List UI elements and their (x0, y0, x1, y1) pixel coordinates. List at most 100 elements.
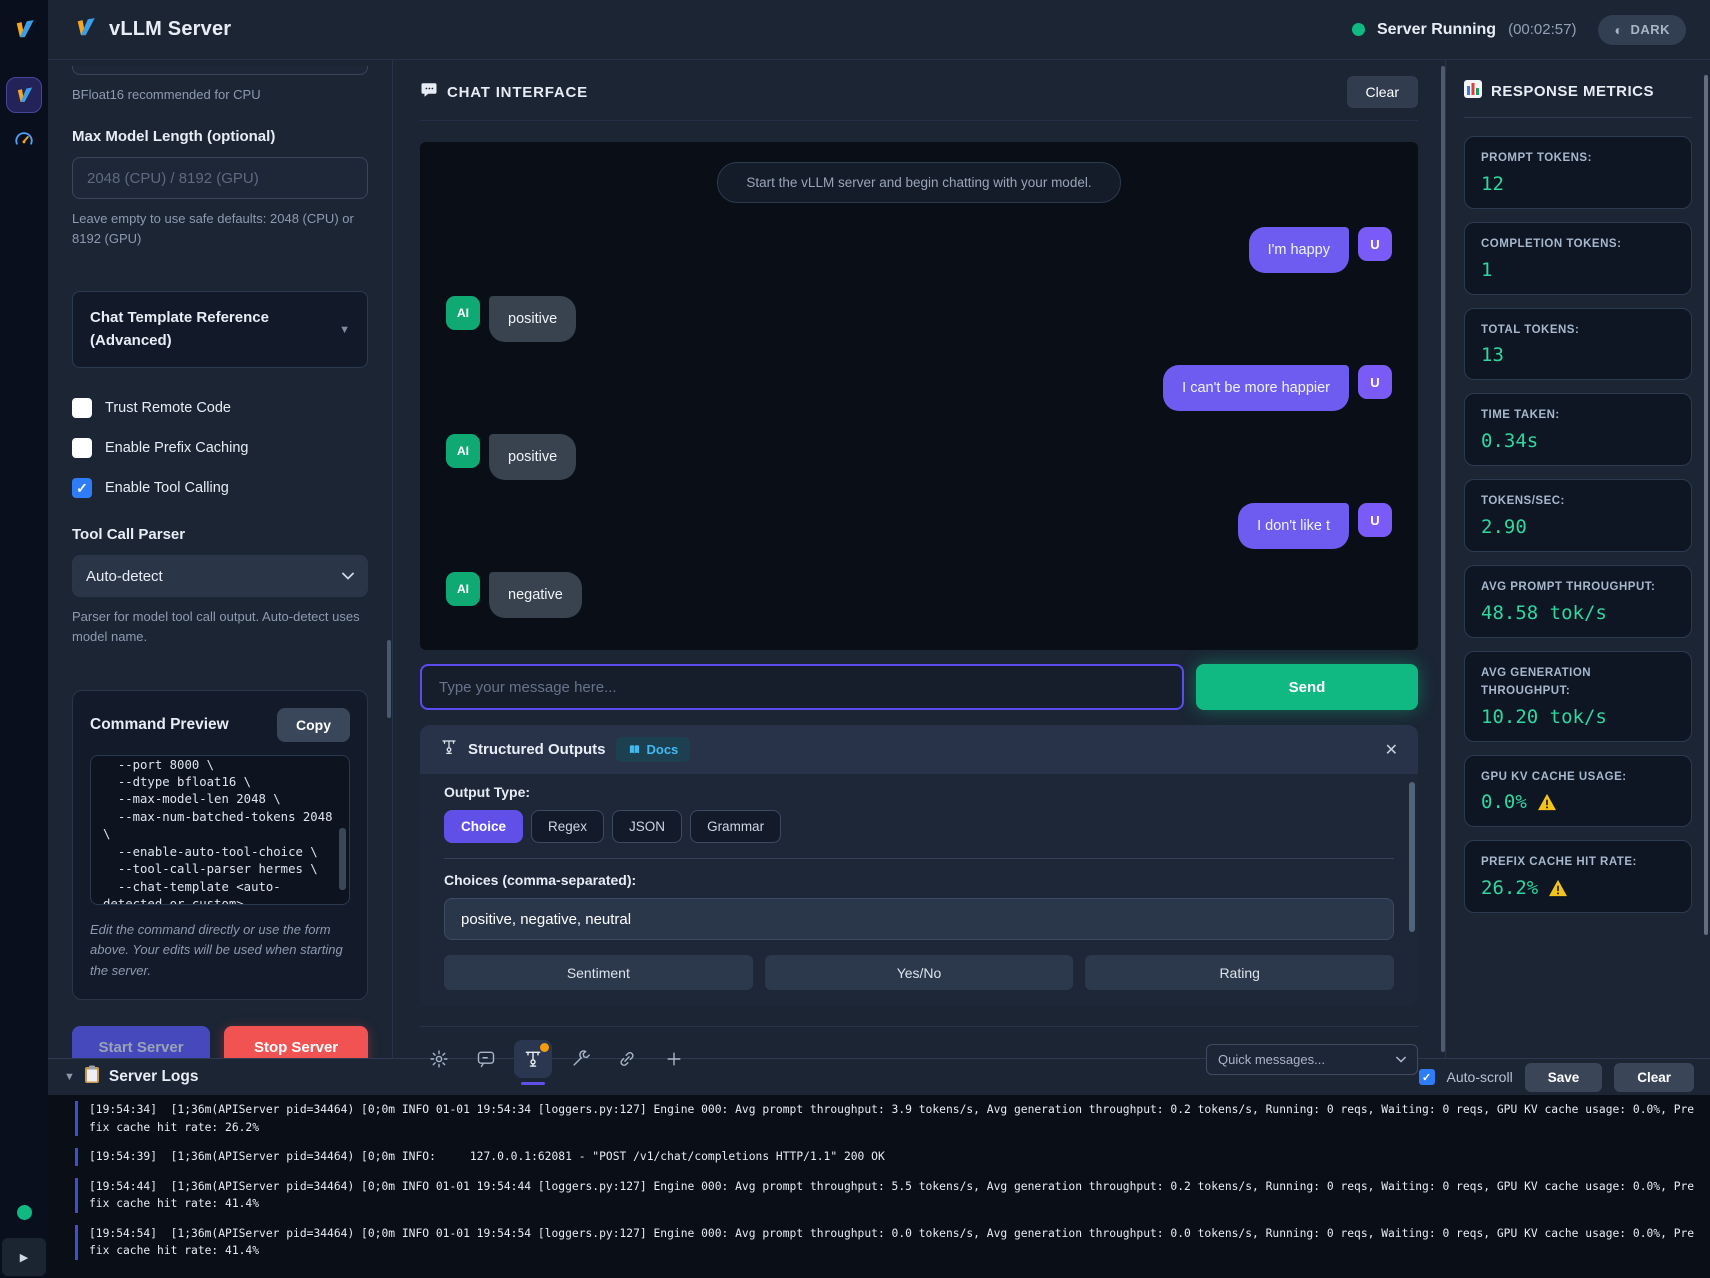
command-preview-code-box[interactable]: --port 8000 \ --dtype bfloat16 \ --max-m… (90, 755, 350, 905)
autoscroll-checkbox[interactable] (1419, 1069, 1435, 1085)
metric-card: AVG GENERATION THROUGHPUT: 10.20 tok/s (1464, 651, 1692, 742)
max-model-length-input[interactable] (72, 157, 368, 199)
link-button[interactable] (608, 1040, 646, 1078)
docs-link[interactable]: Docs (616, 737, 691, 762)
preset-button[interactable]: Yes/No (765, 955, 1074, 990)
structured-outputs-title: Structured Outputs (468, 741, 606, 758)
divider (444, 858, 1394, 859)
logs-clear-button[interactable]: Clear (1614, 1063, 1694, 1092)
server-logs-title: Server Logs (109, 1068, 199, 1086)
max-model-length-label: Max Model Length (optional) (72, 128, 368, 145)
structured-outputs-toggle-button[interactable] (514, 1040, 552, 1078)
stop-server-button[interactable]: Stop Server (224, 1026, 368, 1058)
code-scrollbar-thumb[interactable] (339, 828, 346, 890)
output-type-pill[interactable]: Regex (531, 810, 604, 843)
metric-value: 12 (1481, 173, 1504, 195)
metrics-title: RESPONSE METRICS (1491, 83, 1654, 100)
choices-input[interactable] (444, 898, 1394, 940)
chat-template-reference-toggle[interactable]: Chat Template Reference (Advanced) ▼ (72, 291, 368, 368)
output-type-pill[interactable]: JSON (612, 810, 682, 843)
plus-icon (664, 1049, 684, 1069)
rail-item-vllm[interactable] (6, 77, 42, 113)
clipboard-icon (84, 1065, 100, 1089)
page-scrollbar-thumb[interactable] (1704, 75, 1708, 935)
checkbox[interactable] (72, 438, 92, 458)
vllm-logo-icon (72, 14, 98, 45)
structured-outputs-panel: Structured Outputs Docs ✕ Output Type: C… (420, 725, 1418, 1006)
metric-label: AVG PROMPT THROUGHPUT: (1481, 579, 1675, 597)
quick-messages-select[interactable]: Quick messages... (1206, 1044, 1418, 1075)
logs-save-button[interactable]: Save (1525, 1063, 1603, 1092)
log-entry: [19:54:44] [1;36m(APIServer pid=34464) [… (75, 1178, 1700, 1213)
metric-label: TOTAL TOKENS: (1481, 322, 1675, 340)
clipped-select-fragment (72, 66, 368, 75)
tools-button[interactable] (561, 1040, 599, 1078)
warning-icon (1537, 793, 1557, 811)
brand: vLLM Server (72, 14, 231, 45)
close-icon[interactable]: ✕ (1385, 740, 1398, 760)
chat-template-reference-label: Chat Template Reference (Advanced) (90, 307, 320, 352)
metric-value-row: 12 (1481, 173, 1675, 195)
checkbox-row[interactable]: Trust Remote Code (72, 398, 368, 418)
top-bar: vLLM Server Server Running (00:02:57) ◐ … (48, 0, 1710, 60)
choices-label: Choices (comma-separated): (444, 872, 1394, 888)
collapse-triangle-icon[interactable]: ▼ (64, 1071, 75, 1083)
copy-button[interactable]: Copy (277, 708, 350, 742)
chat-message-row: U I can't be more happier (446, 365, 1392, 411)
message-bubble: positive (489, 296, 576, 342)
output-type-pill[interactable]: Choice (444, 810, 523, 843)
chat-message-row: U I'm happy (446, 227, 1392, 273)
chat-column-scrollbar-thumb[interactable] (1441, 66, 1445, 1052)
settings-button[interactable] (420, 1040, 458, 1078)
checkbox-row[interactable]: Enable Prefix Caching (72, 438, 368, 458)
comment-button[interactable] (467, 1040, 505, 1078)
metric-value-row: 26.2% (1481, 877, 1675, 899)
command-preview-code: --port 8000 \ --dtype bfloat16 \ --max-m… (103, 757, 337, 905)
topbar-right: Server Running (00:02:57) ◐ DARK (1352, 15, 1686, 45)
output-type-label: Output Type: (444, 784, 1394, 800)
start-server-button[interactable]: Start Server (72, 1026, 210, 1058)
message-bubble: positive (489, 434, 576, 480)
server-uptime: (00:02:57) (1508, 21, 1576, 38)
tool-call-parser-select[interactable]: Auto-detect (72, 555, 368, 597)
log-entry: [19:54:54] [1;36m(APIServer pid=34464) [… (75, 1225, 1700, 1260)
chat-messages-area[interactable]: Start the vLLM server and begin chatting… (420, 142, 1418, 650)
checkbox-label: Enable Prefix Caching (105, 440, 248, 456)
gauge-icon[interactable] (13, 129, 35, 156)
chat-clear-button[interactable]: Clear (1347, 76, 1418, 108)
checkbox-row[interactable]: Enable Tool Calling (72, 478, 368, 498)
chat-message-input[interactable] (420, 664, 1184, 710)
checkbox[interactable] (72, 398, 92, 418)
quick-messages-label: Quick messages... (1218, 1052, 1325, 1067)
metric-label: PROMPT TOKENS: (1481, 150, 1675, 168)
metrics-cards: PROMPT TOKENS: 12 COMPLETION TOKENS: (1464, 136, 1692, 913)
structured-outputs-scrollbar-thumb[interactable] (1409, 782, 1415, 932)
chat-message-row: AI positive (446, 296, 1392, 342)
metric-card: COMPLETION TOKENS: 1 (1464, 222, 1692, 295)
chat-input-row: Send (420, 664, 1418, 710)
preset-button[interactable]: Sentiment (444, 955, 753, 990)
preset-button[interactable]: Rating (1085, 955, 1394, 990)
metric-label: AVG GENERATION THROUGHPUT: (1481, 665, 1675, 701)
metric-card: GPU KV CACHE USAGE: 0.0% (1464, 755, 1692, 828)
server-logs-body[interactable]: [19:54:34] [1;36m(APIServer pid=34464) [… (48, 1095, 1710, 1278)
clamp-icon (523, 1049, 543, 1069)
metrics-header: RESPONSE METRICS (1464, 80, 1692, 118)
chat-bubble-icon (420, 81, 438, 104)
wrench-icon (570, 1049, 590, 1069)
play-button[interactable]: ▶ (2, 1238, 46, 1276)
config-scrollbar-thumb[interactable] (387, 640, 391, 718)
checkbox[interactable] (72, 478, 92, 498)
docs-book-icon (628, 743, 641, 756)
gear-icon (429, 1049, 449, 1069)
metric-label: TOKENS/SEC: (1481, 493, 1675, 511)
config-panel: BFloat16 recommended for CPU Max Model L… (48, 60, 393, 1058)
theme-toggle-button[interactable]: ◐ DARK (1598, 15, 1686, 45)
add-button[interactable] (655, 1040, 693, 1078)
send-button[interactable]: Send (1196, 664, 1418, 710)
left-rail: ▶ (0, 0, 48, 1278)
warning-icon (1548, 879, 1568, 897)
output-type-pill[interactable]: Grammar (690, 810, 781, 843)
server-status-label: Server Running (1377, 21, 1496, 39)
metric-card: TOTAL TOKENS: 13 (1464, 308, 1692, 381)
